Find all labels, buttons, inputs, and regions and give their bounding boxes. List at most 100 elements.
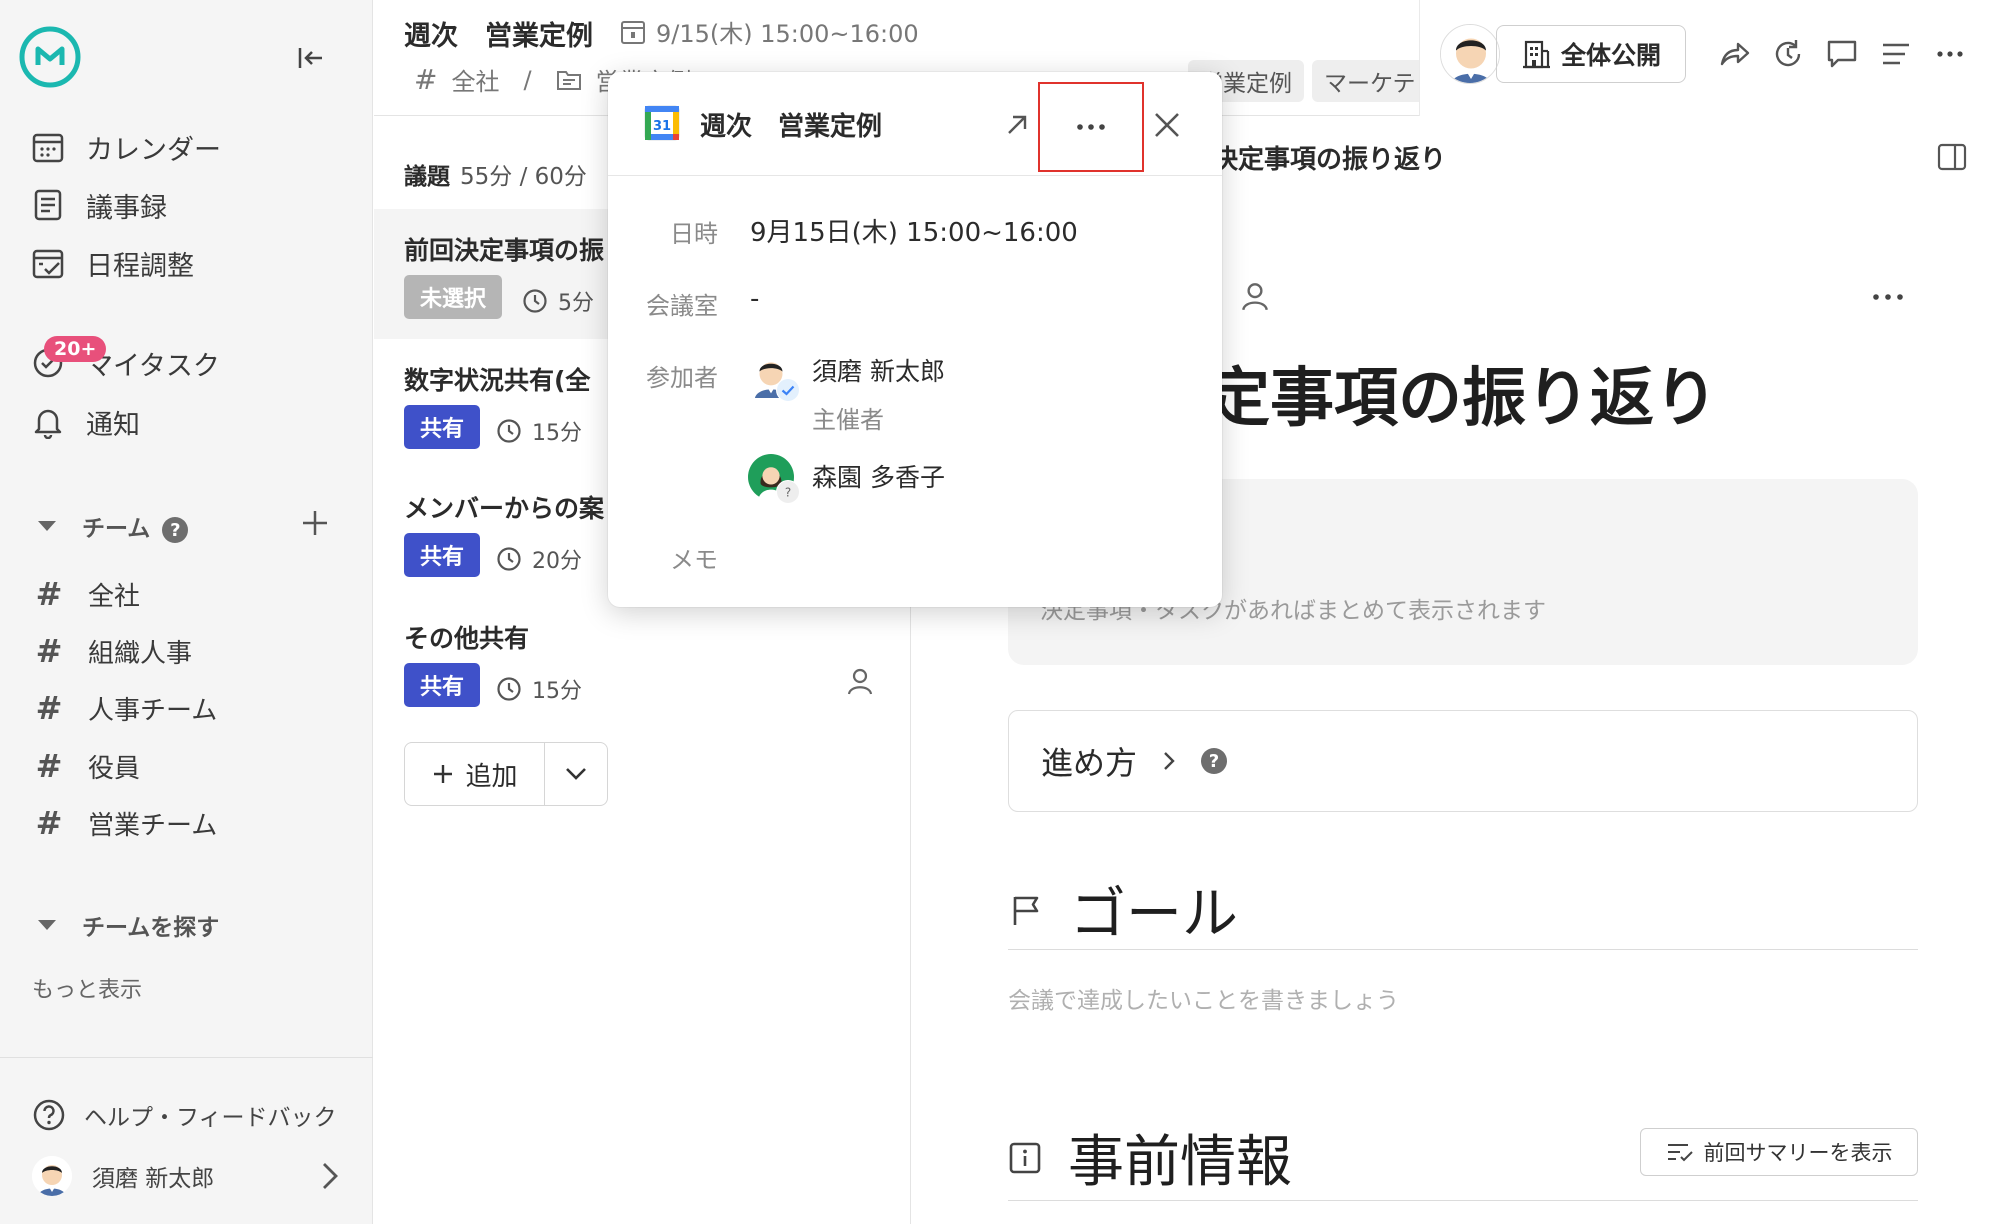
breadcrumb-team[interactable]: 全社	[451, 62, 499, 97]
nav-schedule[interactable]: 日程調整	[30, 241, 194, 285]
team-item[interactable]: # 組織人事	[32, 629, 192, 673]
duration[interactable]: 20分	[496, 543, 582, 575]
publish-scope-button[interactable]: 全体公開	[1496, 25, 1686, 83]
howto-label: 進め方	[1041, 744, 1138, 782]
breadcrumb-separator: /	[523, 65, 532, 94]
show-more-link[interactable]: もっと表示	[32, 972, 142, 1004]
folder-icon	[556, 68, 582, 92]
datetime-label-col: 日時	[608, 214, 718, 254]
datetime-text: 9/15(木) 15:00~16:00	[656, 20, 919, 48]
nav-notifications[interactable]: 通知	[30, 400, 140, 444]
user-name: 須磨 新太郎	[92, 1166, 215, 1192]
add-options-dropdown[interactable]	[545, 743, 607, 805]
history-icon[interactable]	[1770, 36, 1806, 72]
duration-text: 5分	[558, 291, 594, 316]
team-item[interactable]: # 人事チーム	[32, 686, 218, 730]
agenda-title[interactable]: 定事項の振り返り	[1206, 347, 1718, 439]
goal-section-title: ゴール	[1008, 869, 1238, 950]
hash-icon: #	[35, 689, 63, 727]
nav-label: マイタスク	[86, 350, 220, 382]
hash-icon: #	[414, 63, 438, 96]
current-user[interactable]: 須磨 新太郎	[32, 1153, 342, 1199]
datetime-label: 日時	[670, 220, 718, 248]
goal-input-placeholder[interactable]: 会議で達成したいことを書きましょう	[1008, 981, 1399, 1015]
duration[interactable]: 15分	[496, 673, 582, 705]
agenda-item-title: メンバーからの案	[404, 494, 605, 523]
calendar-small-icon	[620, 19, 646, 45]
list-check-icon	[1666, 1140, 1694, 1164]
participant-name: 須磨 新太郎	[812, 357, 945, 386]
teams-section-header[interactable]: チーム?	[38, 508, 189, 544]
help-icon[interactable]: ?	[162, 517, 189, 544]
collapse-sidebar-icon[interactable]	[292, 40, 328, 76]
popup-title: 週次 営業定例	[700, 112, 883, 142]
calendar-icon	[30, 129, 66, 165]
app-logo-icon[interactable]	[18, 25, 82, 89]
unknown-status-icon: ?	[776, 480, 800, 504]
team-label: 役員	[88, 753, 141, 784]
team-item[interactable]: # 全社	[32, 572, 140, 616]
share-icon[interactable]	[1716, 36, 1752, 72]
chevron-down-icon	[563, 765, 589, 783]
assignee-icon[interactable]	[844, 665, 876, 697]
event-detail-popup: 31 週次 営業定例 日時 9月15日(木) 15:00~16:00 会議室 -…	[608, 72, 1222, 607]
help-label: ヘルプ・フィードバック	[84, 1105, 337, 1131]
team-item[interactable]: # 役員	[32, 744, 140, 788]
add-team-icon[interactable]	[298, 506, 332, 540]
team-item[interactable]: # 営業チーム	[32, 801, 218, 845]
user-avatar	[32, 1156, 72, 1196]
room-label: 会議室	[646, 292, 718, 320]
participant-row[interactable]: ? 森園 多香子	[748, 454, 945, 504]
flag-icon	[1008, 892, 1044, 928]
owner-avatar[interactable]	[1440, 24, 1500, 84]
status-pill[interactable]: 共有	[404, 663, 481, 707]
task-count-badge: 20+	[44, 336, 107, 362]
howto-toggle[interactable]: 進め方 ?	[1008, 710, 1918, 812]
nav-calendar[interactable]: カレンダー	[30, 125, 221, 169]
add-agenda-button[interactable]: 追加	[405, 743, 545, 805]
outline-icon[interactable]	[1878, 36, 1914, 72]
accepted-check-icon	[776, 378, 800, 402]
duration[interactable]: 5分	[522, 285, 594, 317]
participant-info: 森園 多香子	[812, 454, 945, 500]
participant-row[interactable]: 須磨 新太郎 主催者	[748, 352, 945, 435]
meeting-datetime[interactable]: 9/15(木) 15:00~16:00	[620, 14, 919, 49]
more-options-icon[interactable]	[1932, 36, 1968, 72]
google-calendar-icon: 31	[644, 104, 680, 142]
duration-text: 15分	[532, 679, 582, 704]
show-previous-summary-button[interactable]: 前回サマリーを表示	[1640, 1128, 1918, 1176]
popup-more-options-button[interactable]	[1038, 82, 1144, 172]
open-external-icon[interactable]	[1000, 108, 1034, 142]
nav-label: カレンダー	[86, 134, 221, 166]
pre-info-title: 事前情報	[1068, 1130, 1292, 1195]
status-pill[interactable]: 未選択	[404, 275, 503, 319]
agenda-item-title: 前回決定事項の振	[404, 236, 605, 265]
assignee-icon[interactable]	[1238, 279, 1272, 313]
hash-icon: #	[35, 747, 63, 785]
bell-icon	[30, 404, 66, 440]
clock-icon	[522, 288, 548, 314]
find-teams-header[interactable]: チームを探す	[38, 907, 219, 943]
event-datetime: 9月15日(木) 15:00~16:00	[750, 218, 1078, 248]
status-pill[interactable]: 共有	[404, 533, 481, 577]
chevron-right-icon	[318, 1159, 342, 1193]
split-panel-icon[interactable]	[1936, 141, 1968, 173]
status-pill[interactable]: 共有	[404, 405, 481, 449]
duration-text: 15分	[532, 421, 582, 446]
team-label: 全社	[88, 581, 141, 612]
agenda-item[interactable]: その他共有 共有 15分	[374, 597, 910, 727]
tag-chip[interactable]: マーケテ	[1312, 60, 1428, 102]
comment-icon[interactable]	[1824, 36, 1860, 72]
help-feedback-link[interactable]: ヘルプ・フィードバック	[32, 1098, 337, 1132]
agenda-heading: 議題	[404, 164, 450, 190]
team-label: 組織人事	[88, 638, 193, 669]
hash-icon: #	[35, 632, 63, 670]
header-actions: 全体公開	[1419, 0, 2000, 116]
help-icon[interactable]: ?	[1201, 748, 1228, 774]
nav-minutes[interactable]: 議事録	[30, 183, 167, 227]
more-options-icon[interactable]	[1868, 285, 1908, 309]
duration[interactable]: 15分	[496, 415, 582, 447]
info-icon	[1008, 1141, 1042, 1175]
close-icon[interactable]	[1148, 106, 1186, 144]
calendar-day: 31	[653, 119, 671, 134]
